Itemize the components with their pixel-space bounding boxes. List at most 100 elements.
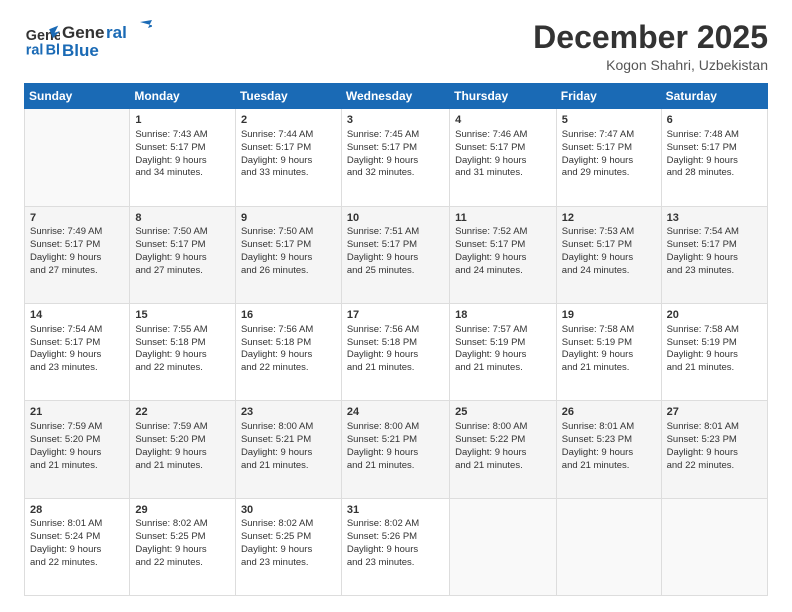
calendar-week-row: 1Sunrise: 7:43 AMSunset: 5:17 PMDaylight… bbox=[25, 109, 768, 206]
sunset-text: Sunset: 5:17 PM bbox=[241, 142, 311, 153]
sunset-text: Sunset: 5:26 PM bbox=[347, 531, 417, 542]
calendar-page: Gene ral Blue Gene ral Blue December 202… bbox=[0, 0, 792, 612]
day-number: 20 bbox=[667, 308, 762, 323]
daylight-minutes: and 22 minutes. bbox=[135, 557, 203, 568]
daylight-text: Daylight: 9 hours bbox=[562, 155, 633, 166]
sunrise-text: Sunrise: 7:59 AM bbox=[135, 421, 207, 432]
svg-text:ral: ral bbox=[106, 23, 127, 42]
table-cell: 28Sunrise: 8:01 AMSunset: 5:24 PMDayligh… bbox=[25, 498, 130, 595]
sunset-text: Sunset: 5:17 PM bbox=[667, 239, 737, 250]
svg-text:Blue: Blue bbox=[62, 41, 99, 60]
day-number: 12 bbox=[562, 211, 656, 226]
sunrise-text: Sunrise: 7:50 AM bbox=[241, 226, 313, 237]
day-number: 4 bbox=[455, 113, 551, 128]
day-number: 29 bbox=[135, 503, 230, 518]
calendar-week-row: 28Sunrise: 8:01 AMSunset: 5:24 PMDayligh… bbox=[25, 498, 768, 595]
daylight-text: Daylight: 9 hours bbox=[562, 349, 633, 360]
table-cell: 4Sunrise: 7:46 AMSunset: 5:17 PMDaylight… bbox=[450, 109, 557, 206]
logo-label: Gene ral Blue bbox=[62, 20, 152, 60]
table-cell: 9Sunrise: 7:50 AMSunset: 5:17 PMDaylight… bbox=[235, 206, 341, 303]
daylight-text: Daylight: 9 hours bbox=[667, 447, 738, 458]
sunrise-text: Sunrise: 7:46 AM bbox=[455, 129, 527, 140]
daylight-text: Daylight: 9 hours bbox=[667, 155, 738, 166]
day-number: 9 bbox=[241, 211, 336, 226]
daylight-minutes: and 27 minutes. bbox=[135, 265, 203, 276]
sunrise-text: Sunrise: 7:59 AM bbox=[30, 421, 102, 432]
sunset-text: Sunset: 5:20 PM bbox=[135, 434, 205, 445]
daylight-minutes: and 21 minutes. bbox=[667, 362, 735, 373]
table-cell: 23Sunrise: 8:00 AMSunset: 5:21 PMDayligh… bbox=[235, 401, 341, 498]
day-number: 13 bbox=[667, 211, 762, 226]
daylight-minutes: and 24 minutes. bbox=[455, 265, 523, 276]
sunset-text: Sunset: 5:17 PM bbox=[135, 239, 205, 250]
col-sunday: Sunday bbox=[25, 84, 130, 109]
sunset-text: Sunset: 5:18 PM bbox=[347, 337, 417, 348]
sunset-text: Sunset: 5:17 PM bbox=[347, 142, 417, 153]
day-number: 30 bbox=[241, 503, 336, 518]
day-number: 19 bbox=[562, 308, 656, 323]
sunrise-text: Sunrise: 8:02 AM bbox=[347, 518, 419, 529]
sunset-text: Sunset: 5:19 PM bbox=[562, 337, 632, 348]
daylight-minutes: and 28 minutes. bbox=[667, 167, 735, 178]
daylight-minutes: and 31 minutes. bbox=[455, 167, 523, 178]
sunset-text: Sunset: 5:25 PM bbox=[135, 531, 205, 542]
table-cell: 12Sunrise: 7:53 AMSunset: 5:17 PMDayligh… bbox=[556, 206, 661, 303]
sunrise-text: Sunrise: 7:55 AM bbox=[135, 324, 207, 335]
daylight-minutes: and 23 minutes. bbox=[347, 557, 415, 568]
day-number: 6 bbox=[667, 113, 762, 128]
sunset-text: Sunset: 5:17 PM bbox=[667, 142, 737, 153]
daylight-minutes: and 21 minutes. bbox=[455, 460, 523, 471]
sunset-text: Sunset: 5:20 PM bbox=[30, 434, 100, 445]
daylight-minutes: and 21 minutes. bbox=[30, 460, 98, 471]
sunrise-text: Sunrise: 7:54 AM bbox=[667, 226, 739, 237]
daylight-text: Daylight: 9 hours bbox=[455, 447, 526, 458]
table-cell bbox=[25, 109, 130, 206]
day-number: 3 bbox=[347, 113, 444, 128]
sunset-text: Sunset: 5:17 PM bbox=[135, 142, 205, 153]
day-number: 16 bbox=[241, 308, 336, 323]
col-monday: Monday bbox=[130, 84, 236, 109]
col-friday: Friday bbox=[556, 84, 661, 109]
sunrise-text: Sunrise: 7:56 AM bbox=[347, 324, 419, 335]
daylight-minutes: and 23 minutes. bbox=[241, 557, 309, 568]
daylight-text: Daylight: 9 hours bbox=[30, 544, 101, 555]
day-number: 10 bbox=[347, 211, 444, 226]
svg-text:Gene: Gene bbox=[62, 23, 105, 42]
daylight-text: Daylight: 9 hours bbox=[455, 349, 526, 360]
table-cell: 25Sunrise: 8:00 AMSunset: 5:22 PMDayligh… bbox=[450, 401, 557, 498]
daylight-minutes: and 21 minutes. bbox=[562, 460, 630, 471]
daylight-text: Daylight: 9 hours bbox=[562, 252, 633, 263]
daylight-minutes: and 21 minutes. bbox=[241, 460, 309, 471]
sunset-text: Sunset: 5:17 PM bbox=[562, 142, 632, 153]
day-number: 8 bbox=[135, 211, 230, 226]
day-number: 18 bbox=[455, 308, 551, 323]
daylight-minutes: and 22 minutes. bbox=[667, 460, 735, 471]
svg-text:Blue: Blue bbox=[46, 42, 60, 58]
header: Gene ral Blue Gene ral Blue December 202… bbox=[24, 20, 768, 73]
logo-svg: Gene ral Blue bbox=[62, 20, 152, 60]
sunset-text: Sunset: 5:17 PM bbox=[30, 239, 100, 250]
sunrise-text: Sunrise: 7:48 AM bbox=[667, 129, 739, 140]
daylight-text: Daylight: 9 hours bbox=[347, 544, 418, 555]
daylight-minutes: and 22 minutes. bbox=[135, 362, 203, 373]
table-cell: 26Sunrise: 8:01 AMSunset: 5:23 PMDayligh… bbox=[556, 401, 661, 498]
day-number: 5 bbox=[562, 113, 656, 128]
sunrise-text: Sunrise: 7:49 AM bbox=[30, 226, 102, 237]
sunset-text: Sunset: 5:23 PM bbox=[667, 434, 737, 445]
sunrise-text: Sunrise: 7:56 AM bbox=[241, 324, 313, 335]
sunset-text: Sunset: 5:18 PM bbox=[241, 337, 311, 348]
table-cell bbox=[450, 498, 557, 595]
daylight-minutes: and 23 minutes. bbox=[30, 362, 98, 373]
day-number: 27 bbox=[667, 405, 762, 420]
table-cell: 18Sunrise: 7:57 AMSunset: 5:19 PMDayligh… bbox=[450, 303, 557, 400]
table-cell: 3Sunrise: 7:45 AMSunset: 5:17 PMDaylight… bbox=[341, 109, 449, 206]
calendar-header-row: Sunday Monday Tuesday Wednesday Thursday… bbox=[25, 84, 768, 109]
table-cell: 20Sunrise: 7:58 AMSunset: 5:19 PMDayligh… bbox=[661, 303, 767, 400]
daylight-text: Daylight: 9 hours bbox=[347, 349, 418, 360]
daylight-minutes: and 24 minutes. bbox=[562, 265, 630, 276]
sunrise-text: Sunrise: 8:02 AM bbox=[135, 518, 207, 529]
daylight-minutes: and 21 minutes. bbox=[347, 362, 415, 373]
sunrise-text: Sunrise: 7:52 AM bbox=[455, 226, 527, 237]
col-saturday: Saturday bbox=[661, 84, 767, 109]
day-number: 28 bbox=[30, 503, 124, 518]
